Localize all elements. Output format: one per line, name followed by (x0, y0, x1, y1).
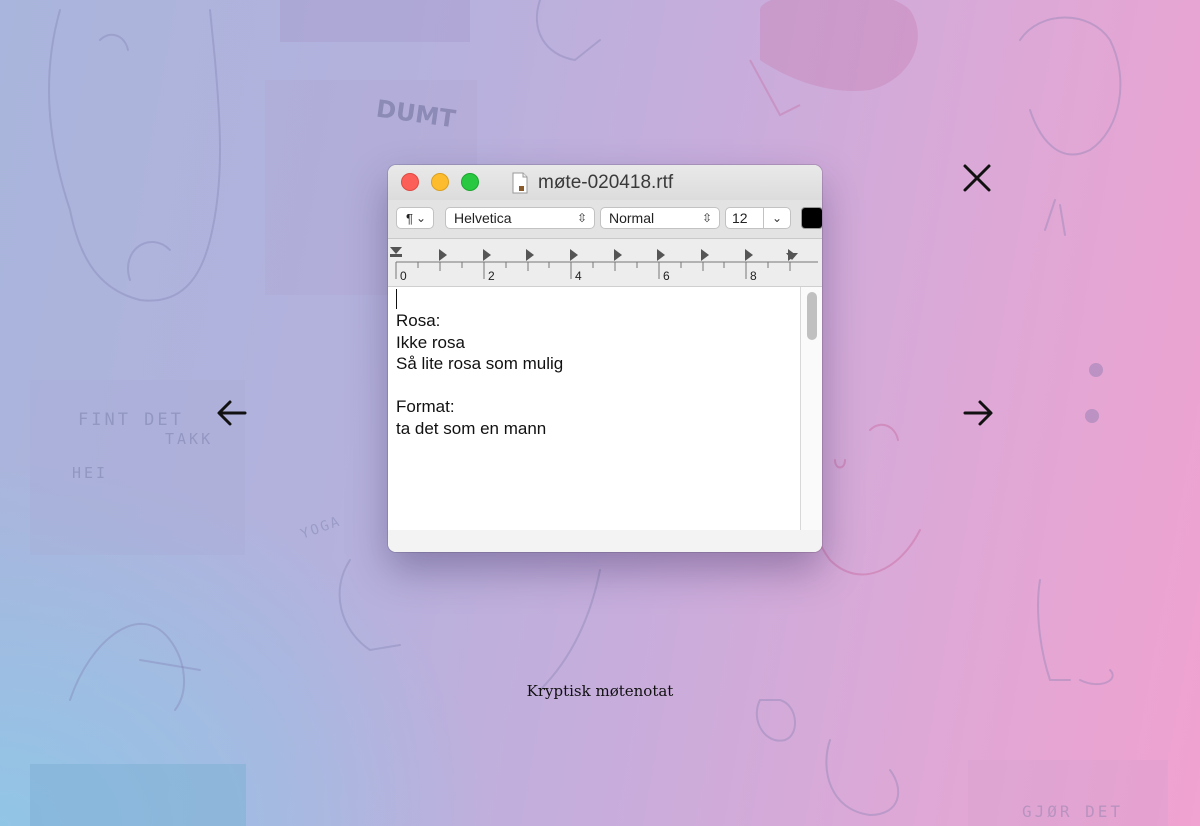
font-style-popup[interactable]: Normal ⇳ (600, 207, 720, 229)
window-close-button[interactable] (401, 173, 419, 191)
text-color-well[interactable] (802, 208, 822, 228)
window-title-text: møte-020418.rtf (538, 172, 674, 193)
tile-text-gjor-det: GJØR DET (1022, 802, 1124, 821)
tile-text-hei: HEI (72, 464, 109, 482)
chevron-down-icon: ⌄ (415, 211, 426, 225)
document-line: Rosa: (396, 311, 441, 330)
format-toolbar: ¶ ⌄ Helvetica ⇳ Normal ⇳ 12 ⌄ (388, 200, 822, 239)
paragraph-icon: ¶ (406, 210, 413, 226)
previous-button[interactable] (214, 395, 250, 431)
ruler-label-4: 4 (575, 269, 582, 283)
font-family-value: Helvetica (454, 210, 512, 226)
tile-text-takk: TAKK (165, 430, 214, 448)
ruler-label-2: 2 (488, 269, 495, 283)
chevron-down-icon: ⌄ (771, 211, 782, 225)
font-size-combo[interactable]: 12 ⌄ (725, 207, 791, 229)
up-down-chevron-icon: ⇳ (576, 211, 587, 225)
tile-text-fint-det: FINT DET (78, 410, 184, 430)
document-line: ta det som en mann (396, 418, 547, 438)
window-titlebar: møte-020418.rtf (388, 165, 822, 200)
window-bottom-bar (388, 530, 822, 552)
document-line: Så lite rosa som mulig (396, 354, 564, 373)
text-caret (396, 289, 397, 309)
textedit-window: møte-020418.rtf ¶ ⌄ Helvetica ⇳ Normal ⇳… (388, 165, 822, 552)
close-icon (963, 164, 991, 192)
window-title: møte-020418.rtf (512, 171, 673, 195)
ruler-label-8: 8 (750, 269, 757, 283)
font-size-value[interactable]: 12 (726, 208, 764, 228)
font-family-popup[interactable]: Helvetica ⇳ (445, 207, 595, 229)
document-line (396, 375, 563, 397)
document-text: Rosa: Ikke rosa Så lite rosa som mulig F… (396, 289, 563, 439)
document-line: Format: (396, 397, 455, 416)
font-style-value: Normal (609, 210, 655, 226)
document-text-area[interactable]: Rosa: Ikke rosa Så lite rosa som mulig F… (388, 287, 801, 531)
window-minimize-button[interactable] (431, 173, 449, 191)
ruler-label-0: 0 (400, 269, 407, 283)
document-icon (512, 172, 528, 194)
next-button[interactable] (960, 395, 996, 431)
scrollbar-thumb[interactable] (807, 292, 817, 340)
paragraph-style-popup[interactable]: ¶ ⌄ (396, 207, 434, 229)
window-zoom-button[interactable] (461, 173, 479, 191)
ruler-label-6: 6 (663, 269, 670, 283)
arrow-left-icon (217, 400, 247, 426)
up-down-chevron-icon: ⇳ (701, 211, 712, 225)
image-caption: Kryptisk møtenotat (526, 682, 674, 700)
arrow-right-icon (963, 400, 993, 426)
vertical-scrollbar[interactable] (801, 287, 822, 530)
close-button[interactable] (959, 160, 995, 196)
document-line: Ikke rosa (396, 332, 465, 352)
ruler: 0 2 4 6 8 (388, 239, 822, 287)
